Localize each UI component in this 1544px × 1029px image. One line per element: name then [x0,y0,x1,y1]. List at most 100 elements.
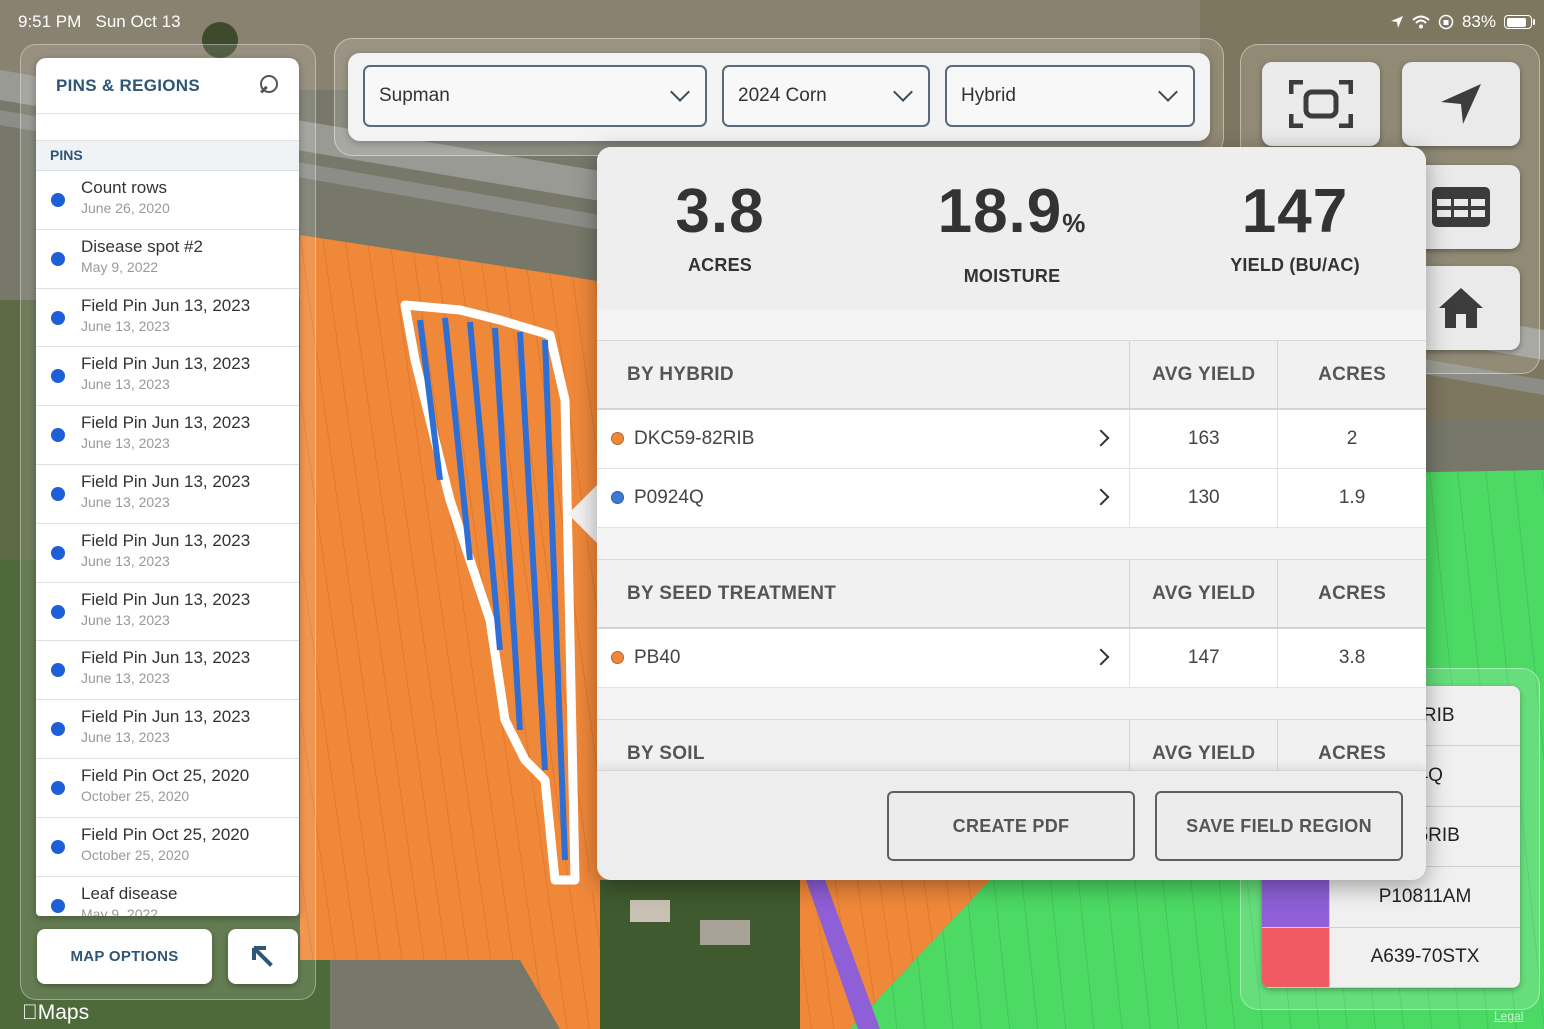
seed-rows: PB40 147 3.8 [597,629,1426,688]
layer-dropdown[interactable]: Hybrid [945,65,1195,127]
row-name: PB40 [634,646,681,668]
create-pdf-button[interactable]: CREATE PDF [887,791,1135,861]
frame-focus-icon [1289,80,1353,128]
farm-dropdown[interactable]: Supman [363,65,707,127]
pin-list-item[interactable]: Count rows June 26, 2020 [36,171,299,230]
search-icon[interactable] [257,74,281,98]
moisture-label: MOISTURE [963,266,1061,286]
map-options-button[interactable]: MAP OPTIONS [37,929,212,984]
avg-yield-header: AVG YIELD [1130,720,1279,770]
avg-yield-header: AVG YIELD [1130,341,1279,408]
table-row[interactable]: P0924Q 130 1.9 [597,468,1426,528]
pin-list-item[interactable]: Field Pin Jun 13, 2023 June 13, 2023 [36,583,299,642]
table-title: BY HYBRID [597,341,1131,408]
pin-list-item[interactable]: Field Pin Oct 25, 2020 October 25, 2020 [36,759,299,818]
apple-maps-brand: Maps [22,1001,89,1025]
pin-date: June 13, 2023 [81,611,170,628]
yield-value: 147 [1241,177,1349,246]
table-header: BY SEED TREATMENT AVG YIELD ACRES [597,559,1426,629]
pin-name: Field Pin Jun 13, 2023 [81,413,251,433]
pin-list-item[interactable]: Field Pin Jun 13, 2023 June 13, 2023 [36,465,299,524]
hybrid-table: BY HYBRID AVG YIELD ACRES DKC59-82RIB 163… [597,340,1426,528]
pin-list-item[interactable]: Field Pin Jun 13, 2023 June 13, 2023 [36,347,299,407]
acres-cell: 2 [1346,427,1358,449]
pin-marker-icon [51,604,65,619]
status-indicators: 83% [1390,12,1535,32]
fit-to-screen-button[interactable] [1262,62,1380,146]
hybrid-rows: DKC59-82RIB 163 2 P0924Q 130 1.9 [597,410,1426,528]
table-row[interactable]: PB40 147 3.8 [597,629,1426,688]
pin-list-item[interactable]: Field Pin Jun 13, 2023 June 13, 2023 [36,700,299,759]
pin-name: Field Pin Jun 13, 2023 [81,295,251,315]
chevron-right-icon[interactable] [1092,648,1110,666]
pin-marker-icon [51,310,65,325]
chevron-right-icon[interactable] [1092,488,1110,506]
battery-level [1506,17,1526,27]
yield-label: YIELD (BU/AC) [1230,255,1360,275]
color-dot-icon [611,432,624,446]
popover-pointer [568,484,598,544]
acres-stat: 3.8 ACRES [635,175,805,276]
pins-panel-spacer [36,114,299,141]
wifi-icon [1412,15,1430,29]
season-dropdown[interactable]: 2024 Corn [722,65,930,127]
pin-list-item[interactable]: Leaf disease May 9, 2022 [36,877,299,916]
pin-date: June 13, 2023 [81,729,170,746]
avg-yield-cell: 147 [1130,629,1279,687]
pin-marker-icon [51,722,65,737]
row-name: P0924Q [634,486,704,508]
chevron-right-icon[interactable] [1092,429,1110,447]
avg-yield-cell: 130 [1130,468,1279,527]
pin-marker-icon [51,545,65,560]
pin-marker-icon [51,898,65,913]
battery-icon [1504,15,1535,29]
maps-label: Maps [22,1001,89,1024]
seed-treatment-table: BY SEED TREATMENT AVG YIELD ACRES PB40 14… [597,559,1426,688]
pin-list-item[interactable]: Field Pin Jun 13, 2023 June 13, 2023 [36,641,299,701]
pin-marker-icon [51,369,65,384]
moisture-value: 18.9 [937,177,1063,246]
filter-bar: Supman 2024 Corn Hybrid [348,53,1210,141]
status-clock: 9:51 PM Sun Oct 13 [18,12,181,32]
soil-table: BY SOIL AVG YIELD ACRES [597,719,1426,770]
popover-footer: CREATE PDF SAVE FIELD REGION [597,770,1426,880]
acres-cell: 1.9 [1338,486,1366,508]
pin-date: June 13, 2023 [81,317,170,334]
my-location-button[interactable] [1402,62,1520,146]
pin-date: June 13, 2023 [81,376,170,393]
legend-row: A639-70STX [1262,927,1520,988]
pin-name: Count rows [81,178,167,197]
chevron-down-icon [1158,82,1178,102]
collapse-panel-button[interactable] [228,929,298,984]
pin-name: Field Pin Jun 13, 2023 [81,648,251,668]
pin-marker-icon [51,839,65,854]
region-summary-popover: 3.8 ACRES 18.9% MOISTURE 147 YIELD (BU/A… [597,147,1426,880]
pins-section-header: PINS [36,141,299,171]
pin-date: June 13, 2023 [81,435,170,452]
pin-marker-icon [51,428,65,443]
pin-list-item[interactable]: Field Pin Jun 13, 2023 June 13, 2023 [36,524,299,583]
save-field-region-button[interactable]: SAVE FIELD REGION [1155,791,1403,861]
arrow-up-left-icon [252,945,273,967]
pin-marker-icon [51,486,65,501]
pin-name: Field Pin Jun 13, 2023 [81,471,251,491]
legal-link[interactable]: Legal [1494,1009,1523,1023]
location-arrow-icon [1390,16,1403,28]
battery-percent: 83% [1461,12,1496,31]
pin-date: May 9, 2022 [81,258,159,275]
pin-list-item[interactable]: Field Pin Jun 13, 2023 June 13, 2023 [36,289,299,348]
pin-list-item[interactable]: Field Pin Jun 13, 2023 June 13, 2023 [36,406,299,465]
pin-date: June 13, 2023 [81,552,170,569]
legend-label: A639-70STX [1370,946,1480,968]
summary-stats: 3.8 ACRES 18.9% MOISTURE 147 YIELD (BU/A… [597,147,1426,310]
pin-name: Disease spot #2 [81,236,203,256]
pin-list-item[interactable]: Disease spot #2 May 9, 2022 [36,230,299,289]
avg-yield-header: AVG YIELD [1130,560,1279,627]
table-row[interactable]: DKC59-82RIB 163 2 [597,410,1426,469]
pin-list-item[interactable]: Field Pin Oct 25, 2020 October 25, 2020 [36,818,299,877]
pin-name: Field Pin Jun 13, 2023 [81,354,251,374]
row-name-cell: P0924Q [597,468,1131,527]
breakdown-scroll-area[interactable]: BY HYBRID AVG YIELD ACRES DKC59-82RIB 163… [597,310,1426,770]
table-title: BY SEED TREATMENT [597,560,1131,627]
orientation-lock-icon [1438,14,1454,30]
